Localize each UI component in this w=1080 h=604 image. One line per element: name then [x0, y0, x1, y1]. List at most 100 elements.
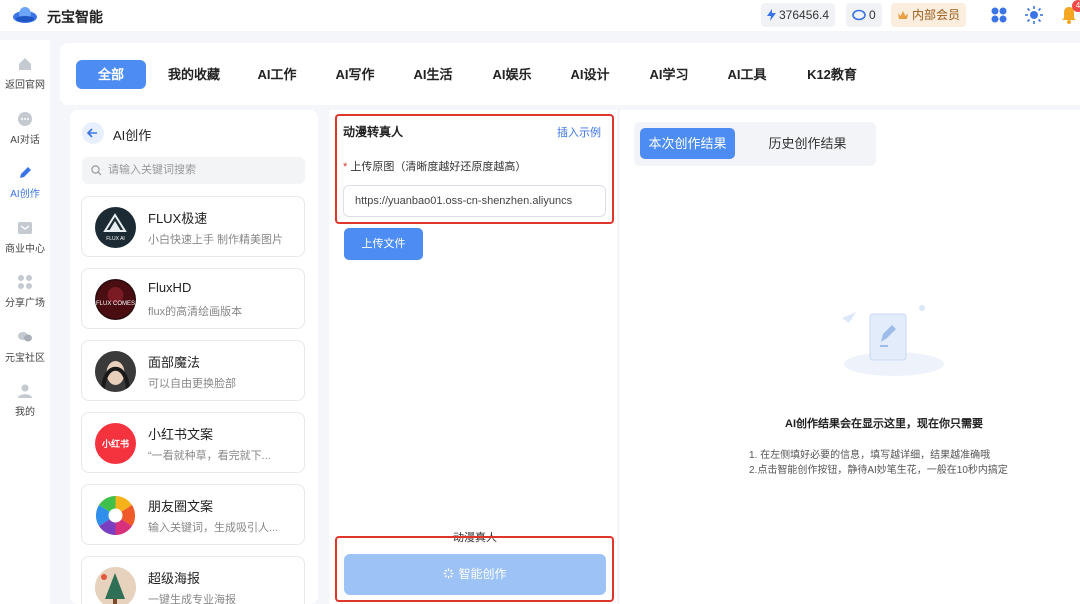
xiaohongshu-logo-icon: 小红书 — [101, 438, 129, 450]
tool-card-flux-fast[interactable]: FLUX AI FLUX极速 小白快速上手 制作精美图片 — [81, 196, 305, 257]
points-value: 376456.4 — [779, 8, 830, 22]
tool-desc: flux的高清绘画版本 — [148, 306, 243, 318]
points-badge[interactable]: 376456.4 — [761, 3, 836, 27]
tab-ai-work[interactable]: AI工作 — [244, 60, 310, 89]
tab-history-result[interactable]: 历史创作结果 — [760, 128, 855, 159]
member-badge[interactable]: 内部会员 — [891, 3, 967, 27]
community-icon — [18, 332, 32, 342]
empty-state-title: AI创作结果会在显示这里，现在你只需要 — [785, 418, 983, 430]
sidebar-item-label: 商业中心 — [5, 244, 45, 255]
flux-comes-icon: FLUX COMES — [96, 280, 135, 319]
sidebar-item-ai-create[interactable]: AI创作 — [0, 165, 50, 200]
empty-state-tip-1: 1. 在左侧填好必要的信息，填写越详细，结果越准确哦 — [749, 450, 991, 461]
tab-ai-writing[interactable]: AI写作 — [322, 60, 388, 89]
aperture-icon — [95, 495, 136, 536]
tool-desc: “一看就种草，看完就下... — [148, 450, 271, 462]
tool-card-face-magic[interactable]: 面部魔法 可以自由更换脸部 — [81, 340, 305, 401]
sidebar-item-business[interactable]: 商业中心 — [0, 220, 50, 255]
poster-art-icon — [95, 567, 136, 604]
store-icon — [18, 222, 32, 234]
poster-avatar — [95, 567, 136, 604]
tab-ai-tools[interactable]: AI工具 — [714, 60, 780, 89]
apps-icon[interactable] — [989, 5, 1009, 25]
sidebar-item-community[interactable]: 元宝社区 — [0, 329, 50, 364]
tool-card-fluxhd[interactable]: FLUX COMES FluxHD flux的高清绘画版本 — [81, 268, 305, 329]
panel-title: AI创作 — [113, 128, 152, 143]
tab-current-result[interactable]: 本次创作结果 — [640, 128, 735, 159]
tool-card-poster[interactable]: 超级海报 一键生成专业海报 — [81, 556, 305, 604]
sidebar-item-home[interactable]: 返回官网 — [0, 56, 50, 91]
tab-all[interactable]: 全部 — [76, 60, 146, 89]
sidebar-item-label: 分享广场 — [5, 298, 45, 309]
result-panel: 本次创作结果 历史创作结果 AI创作结果会在显示这里，现在你只需要 1. 在左侧… — [620, 110, 1080, 604]
sidebar: 返回官网 AI对话 AI创作 商业中心 分享广场 元宝社区 我的 — [0, 40, 50, 604]
token-badge[interactable]: 0 — [846, 3, 882, 27]
face-avatar — [95, 351, 136, 392]
tab-ai-life[interactable]: AI生活 — [400, 60, 466, 89]
tool-name: 超级海报 — [148, 571, 201, 586]
tool-desc: 小白快速上手 制作精美图片 — [148, 234, 284, 246]
theme-sun-icon[interactable] — [1024, 5, 1044, 25]
tool-name: 朋友圈文案 — [148, 499, 214, 514]
tab-favorites[interactable]: 我的收藏 — [156, 60, 232, 89]
tool-name: FluxHD — [148, 280, 192, 295]
result-tabs: 本次创作结果 历史创作结果 — [634, 122, 876, 166]
tab-ai-entertainment[interactable]: AI娱乐 — [479, 60, 545, 89]
xhs-logo-text: 小红书 — [101, 438, 129, 450]
chat-icon — [18, 112, 32, 126]
pen-icon — [20, 167, 31, 178]
form-panel: 动漫转真人 插入示例 * 上传原图（清晰度越好还原度越高） https://yu… — [329, 110, 617, 604]
token-value: 0 — [869, 8, 876, 22]
form-title: 动漫转真人 — [343, 125, 404, 139]
upload-file-button[interactable]: 上传文件 — [344, 228, 423, 260]
sidebar-item-label: AI创作 — [10, 189, 40, 200]
tool-list-panel: AI创作 请输入关键词搜索 FLUX AI FLUX极速 小白快速上手 制作精美… — [70, 110, 318, 604]
crown-icon — [898, 11, 908, 19]
notification-badge: 4 — [1072, 0, 1080, 12]
sidebar-item-label: 返回官网 — [5, 80, 45, 91]
arrow-left-icon — [86, 128, 97, 138]
user-icon — [18, 384, 32, 398]
face-portrait-icon — [95, 351, 136, 392]
tool-desc: 可以自由更换脸部 — [148, 378, 236, 390]
search-icon — [91, 165, 102, 176]
smart-create-label: 智能创作 — [458, 567, 507, 581]
home-icon — [19, 58, 31, 70]
sidebar-item-label: 我的 — [15, 407, 35, 418]
tool-card-moments[interactable]: 朋友圈文案 输入关键词，生成吸引人... — [81, 484, 305, 545]
upload-field-text: 上传原图（清晰度越好还原度越高） — [350, 161, 527, 173]
sidebar-item-chat[interactable]: AI对话 — [0, 111, 50, 146]
upload-field-label: * 上传原图（清晰度越好还原度越高） — [343, 158, 526, 174]
tool-desc: 一键生成专业海报 — [148, 594, 236, 604]
sidebar-item-label: 元宝社区 — [5, 353, 45, 364]
moments-avatar — [95, 495, 136, 536]
tab-ai-design[interactable]: AI设计 — [557, 60, 623, 89]
flux-comes-text: FLUX COMES — [96, 301, 135, 307]
empty-state-illustration-icon — [842, 305, 944, 376]
lightning-icon — [767, 9, 776, 21]
search-input[interactable]: 请输入关键词搜索 — [82, 157, 305, 184]
tool-desc: 输入关键词，生成吸引人... — [148, 522, 279, 534]
tool-name: 面部魔法 — [148, 355, 201, 370]
tool-name: 小红书文案 — [148, 427, 214, 442]
image-url-input[interactable]: https://yuanbao01.oss-cn-shenzhen.aliyun… — [343, 185, 606, 217]
sidebar-item-share[interactable]: 分享广场 — [0, 274, 50, 309]
tab-ai-learning[interactable]: AI学习 — [636, 60, 702, 89]
smart-create-button[interactable]: 智能创作 — [344, 554, 606, 595]
grid-icon — [18, 275, 32, 289]
empty-state-tip-2: 2.点击智能创作按钮，静待AI妙笔生花，一般在10秒内搞定 — [749, 465, 1008, 476]
back-button[interactable] — [82, 122, 104, 144]
loading-spinner-icon — [443, 568, 454, 579]
flux-ai-text: FLUX AI — [106, 236, 125, 242]
tool-card-xiaohongshu[interactable]: 小红书 小红书文案 “一看就种草，看完就下... — [81, 412, 305, 473]
token-icon — [852, 9, 866, 21]
top-bar: 元宝智能 376456.4 0 内部会员 4 — [0, 0, 1080, 31]
logo-icon — [13, 7, 37, 23]
fluxhd-avatar: FLUX COMES — [95, 279, 136, 320]
tab-k12[interactable]: K12教育 — [797, 60, 867, 89]
required-mark: * — [343, 161, 348, 173]
insert-example-link[interactable]: 插入示例 — [557, 124, 601, 140]
sidebar-item-mine[interactable]: 我的 — [0, 383, 50, 418]
xiaohongshu-avatar: 小红书 — [95, 423, 136, 464]
tool-name: FLUX极速 — [148, 211, 208, 226]
